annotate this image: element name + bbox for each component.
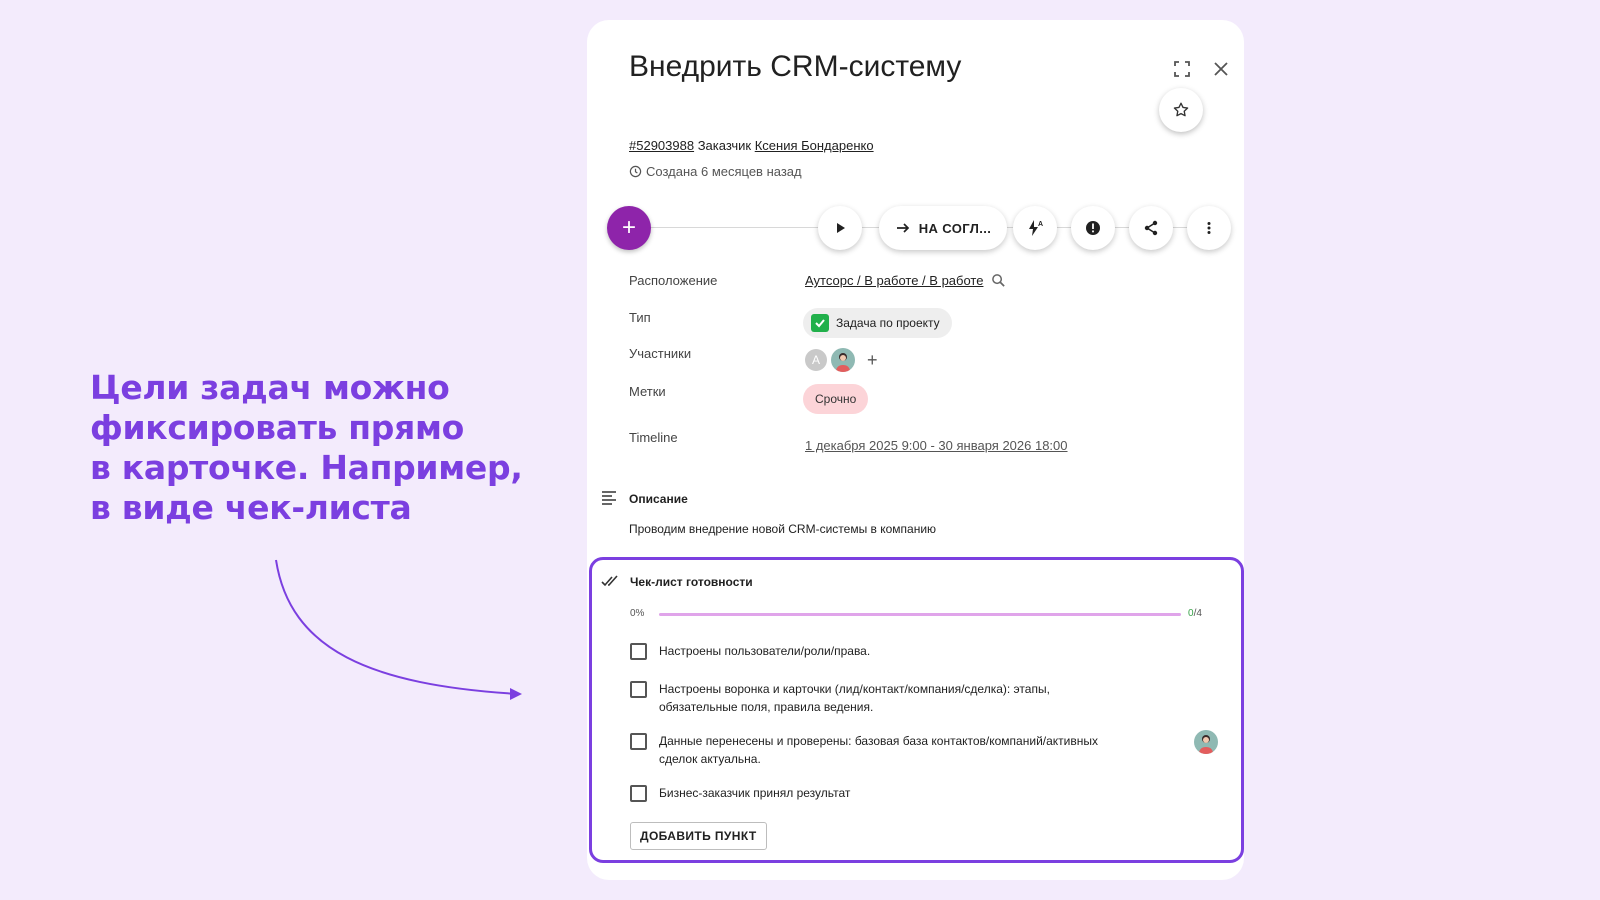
checklist-item: Бизнес-заказчик принял результат [630,784,1120,802]
participants-label: Участники [629,346,692,361]
promo-line: Цели задач можно [90,368,450,407]
checklist-item: Настроены пользователи/роли/права. [630,642,1120,660]
checklist-percent: 0% [630,608,645,619]
created-text: Создана 6 месяцев назад [646,164,802,179]
check-square-icon [811,314,829,332]
customer-link[interactable]: Ксения Бондаренко [755,138,874,153]
location-label: Расположение [629,273,718,288]
lightning-icon: A [1029,220,1043,236]
checklist-item-line: Бизнес-заказчик принял результат [659,786,851,800]
checklist-title: Чек-лист готовности [630,575,753,589]
promo-line: в карточке. Например, [90,448,523,487]
favorite-button[interactable] [1159,88,1203,132]
promo-line: фиксировать прямо [90,408,465,447]
alert-icon [1086,221,1100,235]
checklist-count: 0/4 [1188,608,1202,619]
participants: A + [805,348,878,372]
timeline-label: Timeline [629,430,678,445]
description-heading: Описание [629,492,688,506]
search-icon[interactable] [991,273,1006,288]
share-icon [1144,220,1158,236]
task-meta: #52903988 Заказчик Ксения Бондаренко [629,138,874,153]
priority-button[interactable] [1071,206,1115,250]
checklist-item-line: сделок актуальна. [659,752,761,766]
task-title: Внедрить CRM-систему [629,50,962,83]
description-text[interactable]: Проводим внедрение новой CRM-системы в к… [629,522,936,536]
promo-line: в виде чек-листа [90,488,412,527]
add-item-button[interactable]: ДОБАВИТЬ ПУНКТ [630,822,767,850]
avatar[interactable]: A [805,349,827,371]
star-icon [1173,102,1189,117]
automation-button[interactable]: A [1013,206,1057,250]
add-participant-button[interactable]: + [867,350,878,371]
checklist-item-text[interactable]: Бизнес-заказчик принял результат [659,784,850,802]
created-info: Создана 6 месяцев назад [629,164,802,179]
type-label: Тип [629,310,651,325]
expand-icon[interactable] [1171,58,1193,80]
start-button[interactable] [818,206,862,250]
location-link[interactable]: Аутсорс / В работе / В работе [805,273,983,288]
checklist-item-line: Настроены воронка и карточки (лид/контак… [659,682,1050,696]
checklist-item-line: Настроены пользователи/роли/права. [659,644,871,658]
checkbox[interactable] [630,643,647,660]
checklist-panel: Чек-лист готовности 0% 0/4 Настроены пол… [589,557,1244,863]
svg-text:A: A [1038,221,1043,228]
more-button[interactable] [1187,206,1231,250]
checkbox[interactable] [630,733,647,750]
location-value: Аутсорс / В работе / В работе [805,273,1006,288]
checklist-item-text[interactable]: Данные перенесены и проверены: базовая б… [659,732,1098,768]
checkbox[interactable] [630,681,647,698]
pointer-arrow [275,559,522,700]
checklist-progress-bar [659,613,1181,616]
type-value: Задача по проекту [836,316,940,330]
status-button-label: НА СОГЛ... [918,220,992,236]
more-vertical-icon [1207,222,1211,234]
add-button[interactable]: + [607,206,651,250]
checklist-item: Настроены воронка и карточки (лид/контак… [630,680,1120,716]
tag-chip[interactable]: Срочно [803,384,869,414]
checklist-item-text[interactable]: Настроены пользователи/роли/права. [659,642,870,660]
checklist-total: /4 [1193,608,1202,619]
double-check-icon [601,575,618,587]
timeline-value[interactable]: 1 декабря 2025 9:00 - 30 января 2026 18:… [805,438,1068,453]
close-icon[interactable] [1210,58,1232,80]
play-icon [837,223,845,233]
task-id-link[interactable]: #52903988 [629,138,694,153]
checklist-item-line: обязательные поля, правила ведения. [659,700,874,714]
status-button[interactable]: НА СОГЛ... [879,206,1007,250]
type-chip[interactable]: Задача по проекту [803,308,952,338]
checklist-item-line: Данные перенесены и проверены: базовая б… [659,734,1098,748]
customer-label: Заказчик [697,138,752,153]
share-button[interactable] [1129,206,1173,250]
avatar[interactable] [1194,730,1218,754]
description-icon [602,491,616,505]
checklist-item-text[interactable]: Настроены воронка и карточки (лид/контак… [659,680,1050,716]
checkbox[interactable] [630,785,647,802]
promo-text: Цели задач можно фиксировать прямо в кар… [90,368,560,528]
tags-label: Метки [629,384,666,399]
avatar[interactable] [831,348,855,372]
arrow-right-icon [896,223,909,233]
clock-icon [629,165,642,178]
checklist-item: Данные перенесены и проверены: базовая б… [630,732,1120,768]
